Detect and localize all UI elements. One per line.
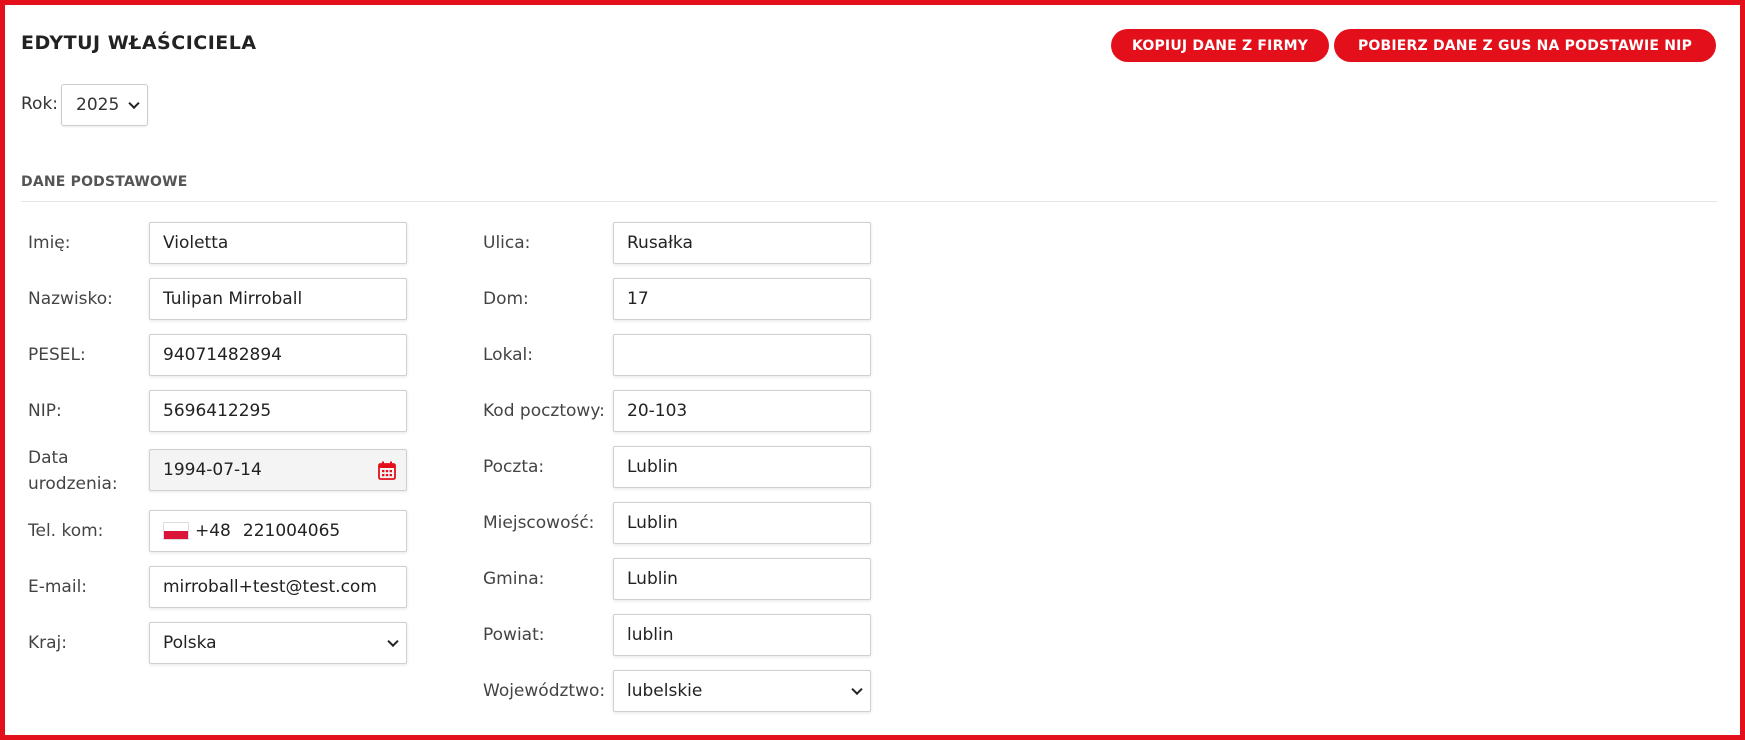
email-input[interactable]: mirroball+test@test.com [149,566,407,608]
phone-number-value: 221004065 [242,521,341,541]
chevron-down-icon [128,97,140,110]
poland-flag-icon[interactable] [163,522,189,540]
chevron-down-icon [387,635,399,648]
pesel-label: PESEL: [28,345,86,365]
year-select[interactable]: 2025 [61,84,148,126]
country-label: Kraj: [28,633,68,653]
section-divider [21,201,1717,202]
mobile-phone-label: Tel. kom: [28,521,104,541]
country-select-value: Polska [163,633,217,653]
city-label: Miejscowość: [483,513,595,533]
county-input[interactable]: lublin [613,614,871,656]
year-select-value: 2025 [76,95,120,115]
year-label: Rok: [21,94,59,114]
post-office-label: Poczta: [483,457,545,477]
section-title: DANE PODSTAWOWE [21,174,188,190]
last-name-input[interactable]: Tulipan Mirroball [149,278,407,320]
pesel-input[interactable]: 94071482894 [149,334,407,376]
country-select[interactable]: Polska [149,622,407,664]
house-number-label: Dom: [483,289,529,309]
phone-country-code: +48 [195,521,231,541]
fetch-gus-data-button[interactable]: POBIERZ DANE Z GUS NA PODSTAWIE NIP [1334,29,1716,62]
county-label: Powiat: [483,625,545,645]
commune-input[interactable]: Lublin [613,558,871,600]
first-name-input[interactable]: Violetta [149,222,407,264]
apartment-label: Lokal: [483,345,533,365]
voivodeship-label: Województwo: [483,681,606,701]
voivodeship-select[interactable]: lubelskie [613,670,871,712]
last-name-label: Nazwisko: [28,289,113,309]
calendar-icon[interactable] [378,461,396,480]
apartment-input[interactable] [613,334,871,376]
email-label: E-mail: [28,577,88,597]
nip-input[interactable]: 5696412295 [149,390,407,432]
post-office-input[interactable]: Lublin [613,446,871,488]
first-name-label: Imię: [28,233,71,253]
street-input[interactable]: Rusałka [613,222,871,264]
birth-date-value: 1994-07-14 [163,460,262,480]
postal-code-label: Kod pocztowy: [483,401,605,421]
copy-company-data-button[interactable]: KOPIUJ DANE Z FIRMY [1111,29,1329,62]
postal-code-input[interactable]: 20-103 [613,390,871,432]
city-input[interactable]: Lublin [613,502,871,544]
birth-date-label-line2: urodzenia: [28,474,118,494]
birth-date-label-line1: Data [28,448,69,468]
voivodeship-select-value: lubelskie [627,681,703,701]
commune-label: Gmina: [483,569,545,589]
page-title: EDYTUJ WŁAŚCICIELA [21,32,257,54]
birth-date-input[interactable]: 1994-07-14 [149,449,407,491]
mobile-phone-input[interactable]: +48 221004065 [149,510,407,552]
nip-label: NIP: [28,401,62,421]
house-number-input[interactable]: 17 [613,278,871,320]
chevron-down-icon [851,683,863,696]
street-label: Ulica: [483,233,531,253]
